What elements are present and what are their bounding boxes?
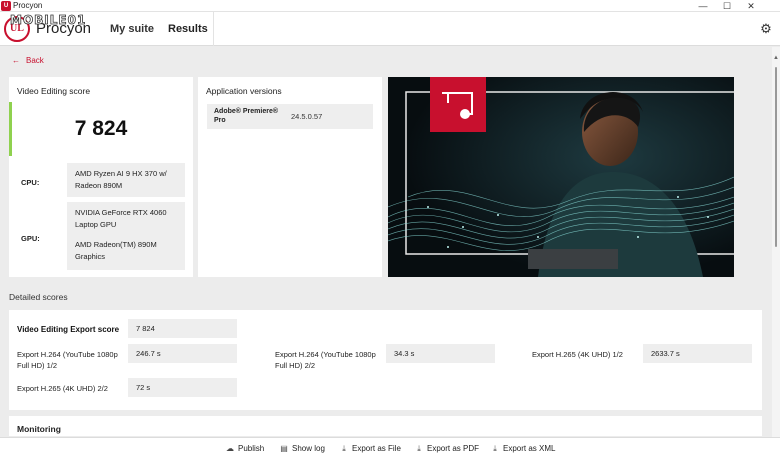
export-xml-label: Export as XML — [503, 444, 556, 453]
cpu-label: CPU: — [21, 178, 40, 187]
footer-toolbar: ☁ Publish ▤ Show log ⤓ Export as File ⤓ Expo… — [0, 437, 780, 462]
scroll-up-icon[interactable]: ▲ — [772, 55, 780, 61]
export-score-value: 7 824 — [128, 319, 237, 338]
app-name: Adobe® Premiere® Pro — [214, 108, 279, 124]
score-row-value: 2633.7 s — [643, 344, 752, 363]
score-row-label: Export H.265 (4K UHD) 2/2 — [17, 384, 108, 393]
monitoring-title: Monitoring — [17, 424, 61, 434]
score-row-value: 34.3 s — [386, 344, 495, 363]
score-card-title: Video Editing score — [17, 86, 91, 96]
score-row-value: 246.7 s — [128, 344, 237, 363]
app-versions-title: Application versions — [206, 86, 282, 96]
application-versions-card: Application versions Adobe® Premiere® Pr… — [198, 77, 382, 277]
gpu-value-box: NVIDIA GeForce RTX 4060 Laptop GPU AMD R… — [67, 202, 185, 270]
arrow-left-icon: ← — [12, 56, 20, 65]
tab-my-suite[interactable]: My suite — [110, 23, 154, 35]
download-icon: ⤓ — [342, 444, 346, 453]
document-icon: ▤ — [280, 444, 288, 453]
export-file-label: Export as File — [352, 444, 401, 453]
window-titlebar: U Procyon — ☐ ✕ — [0, 0, 780, 12]
minimize-button[interactable]: — — [692, 0, 714, 12]
export-pdf-button[interactable]: ⤓ Export as PDF — [415, 444, 479, 454]
show-log-button[interactable]: ▤ Show log — [280, 444, 325, 453]
app-header: UL Procyon MOBILE01 My suite Results ⚙ — [0, 12, 780, 46]
score-row-label: Export H.264 (YouTube 1080p Full HD) 1/2 — [17, 350, 118, 370]
cpu-value: AMD Ryzen AI 9 HX 370 w/ Radeon 890M — [67, 163, 185, 197]
download-icon: ⤓ — [417, 444, 421, 453]
export-xml-button[interactable]: ⤓ Export as XML — [491, 444, 555, 454]
scroll-thumb[interactable] — [775, 67, 777, 247]
tab-results[interactable]: Results — [168, 23, 208, 35]
window-title: Procyon — [13, 1, 43, 10]
app-logo-icon: U — [1, 1, 11, 11]
hero-illustration — [388, 77, 734, 277]
publish-button[interactable]: ☁ Publish — [226, 444, 264, 453]
detailed-scores-card: Video Editing Export score 7 824 Export … — [9, 310, 762, 410]
download-icon: ⤓ — [493, 444, 497, 453]
score-row-label: Export H.265 (4K UHD) 1/2 — [532, 350, 623, 359]
export-score-label: Video Editing Export score — [17, 325, 120, 334]
benchmark-hero-image — [388, 77, 734, 277]
back-link[interactable]: ← Back — [12, 56, 44, 65]
gpu-label: GPU: — [21, 234, 40, 243]
export-pdf-label: Export as PDF — [427, 444, 480, 453]
badge-box — [430, 77, 486, 132]
app-version-row: Adobe® Premiere® Pro 24.5.0.57 — [207, 104, 373, 129]
cloud-upload-icon: ☁ — [226, 444, 234, 453]
watermark-logo: MOBILE01 — [10, 13, 87, 28]
tab-divider — [213, 12, 214, 46]
app-version: 24.5.0.57 — [291, 112, 323, 121]
score-value: 7 824 — [74, 117, 128, 140]
show-log-label: Show log — [292, 444, 325, 453]
maximize-button[interactable]: ☐ — [716, 0, 738, 12]
back-label: Back — [26, 56, 44, 65]
gpu-value-secondary: AMD Radeon(TM) 890M Graphics — [75, 240, 157, 261]
page-scrollbar[interactable]: ▲ — [772, 47, 780, 437]
gpu-value-primary: NVIDIA GeForce RTX 4060 Laptop GPU — [75, 208, 167, 229]
monitoring-card: Monitoring — [9, 416, 762, 436]
detailed-scores-title: Detailed scores — [9, 292, 68, 302]
export-file-button[interactable]: ⤓ Export as File — [340, 444, 401, 454]
close-button[interactable]: ✕ — [740, 0, 762, 12]
score-row-label: Export H.264 (YouTube 1080p Full HD) 2/2 — [275, 350, 376, 370]
score-card: Video Editing score 7 824 CPU: AMD Ryzen… — [9, 77, 193, 277]
score-row-value: 72 s — [128, 378, 237, 397]
gear-icon[interactable]: ⚙ — [759, 22, 773, 36]
publish-label: Publish — [238, 444, 265, 453]
